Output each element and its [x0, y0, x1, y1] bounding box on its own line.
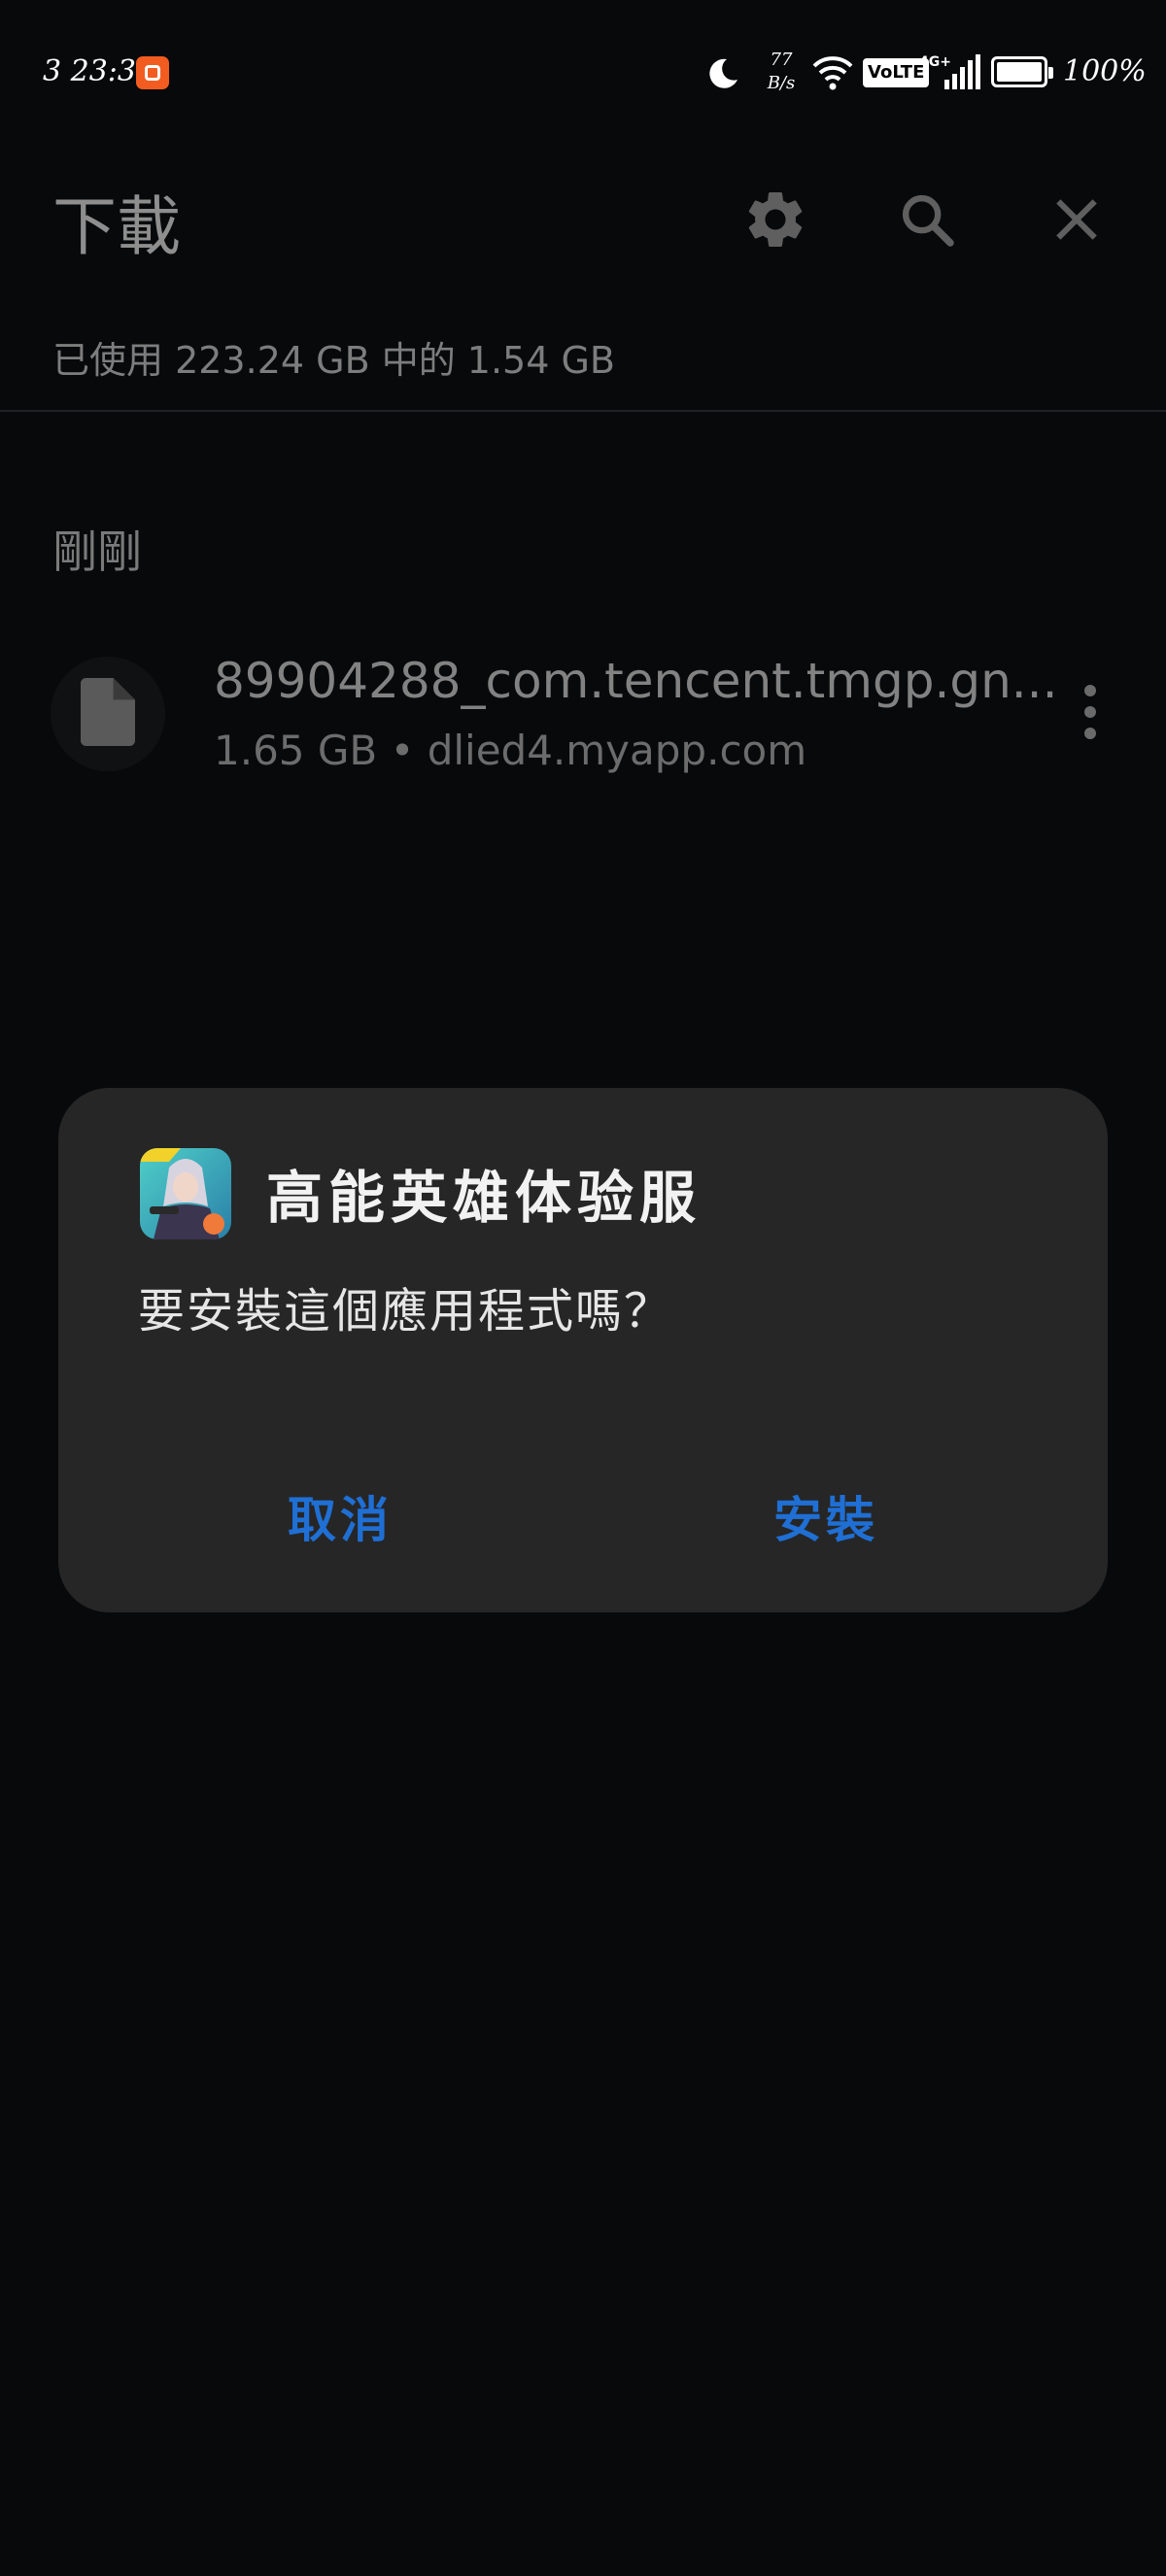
- more-vert-icon: [1082, 683, 1098, 745]
- network-speed-unit: B/s: [767, 73, 796, 93]
- page-title: 下載: [52, 189, 181, 264]
- network-speed: 77 B/s: [762, 49, 801, 95]
- download-meta: 1.65 GB • dlied4.myapp.com: [214, 727, 807, 774]
- header: 下載: [0, 146, 1166, 291]
- battery-icon: [991, 56, 1053, 87]
- signal-icon: 4G+: [919, 52, 981, 95]
- battery-fill: [997, 62, 1042, 82]
- wifi-icon: [812, 54, 853, 95]
- close-icon: [1049, 192, 1104, 251]
- dialog-message: 要安裝這個應用程式嗎？: [138, 1284, 673, 1339]
- app-icon: [140, 1148, 231, 1239]
- status-bar: 3 23:37 77 B/s VoLTE 4G+ 100%: [0, 0, 1166, 146]
- gear-icon: [741, 186, 809, 257]
- search-button[interactable]: [888, 183, 966, 260]
- network-speed-value: 77: [770, 50, 793, 70]
- file-icon: [81, 678, 135, 750]
- divider: [0, 410, 1166, 412]
- section-label: 剛剛: [52, 525, 142, 578]
- install-button[interactable]: 安裝: [680, 1476, 972, 1564]
- search-icon: [896, 188, 958, 254]
- battery-percent: 100%: [1063, 54, 1147, 88]
- file-icon-container: [51, 657, 165, 771]
- close-button[interactable]: [1038, 183, 1115, 260]
- cancel-button[interactable]: 取消: [194, 1476, 486, 1564]
- settings-button[interactable]: [737, 183, 814, 260]
- svg-text:4G+: 4G+: [919, 54, 951, 70]
- storage-usage: 已使用 223.24 GB 中的 1.54 GB: [52, 339, 615, 382]
- notification-app-icon: [136, 56, 169, 89]
- app-name: 高能英雄体验服: [266, 1165, 703, 1231]
- download-filename: 89904288_com.tencent.tmgp.gn...: [214, 653, 1058, 709]
- more-options-button[interactable]: [1069, 670, 1112, 758]
- do-not-disturb-icon: [705, 56, 740, 95]
- download-item[interactable]: 89904288_com.tencent.tmgp.gn... 1.65 GB …: [0, 641, 1166, 787]
- install-dialog: 高能英雄体验服 要安裝這個應用程式嗎？ 取消 安裝: [58, 1088, 1108, 1612]
